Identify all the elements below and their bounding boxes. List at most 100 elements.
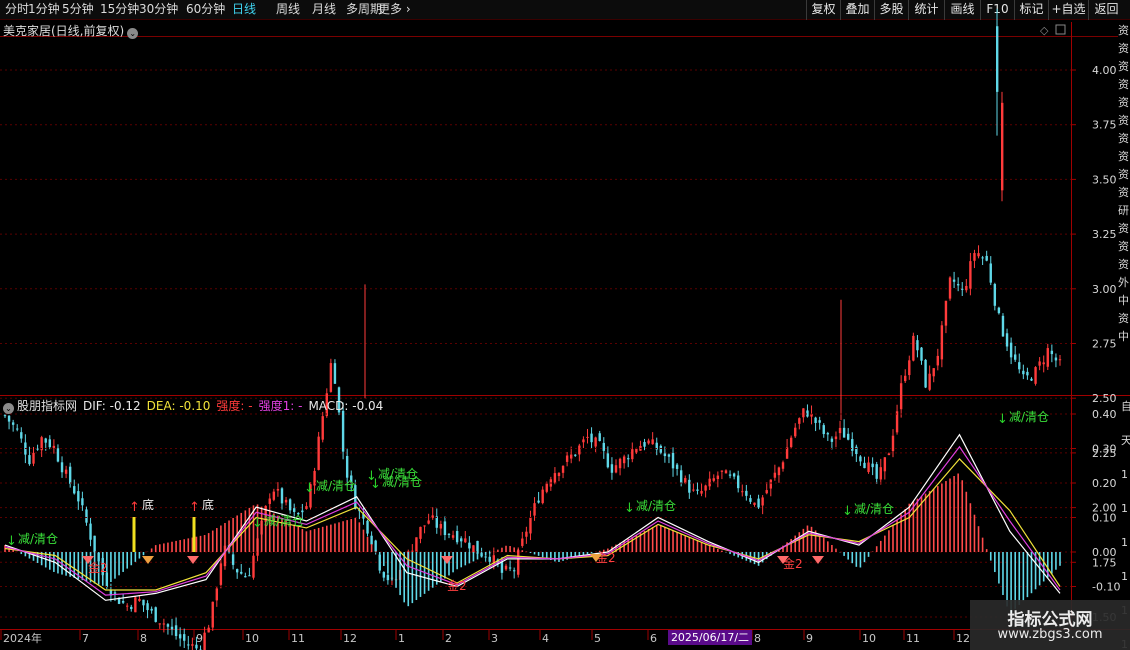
down-arrow-icon: ↓ <box>624 501 635 516</box>
candle-body <box>675 464 679 469</box>
candle-body <box>423 525 426 527</box>
candle-body <box>745 490 748 496</box>
bottom-signal-bar <box>192 517 196 552</box>
macd-tick-label: 0.10 <box>1092 512 1117 525</box>
candle-body <box>1022 370 1025 375</box>
x-axis-label: 8 <box>140 632 147 645</box>
strip-char: 资 <box>1118 78 1129 91</box>
candle-body <box>126 605 129 607</box>
candle-body <box>166 624 170 627</box>
candle-body <box>565 455 569 462</box>
bottom-signal-bar <box>132 517 136 552</box>
candle-body <box>944 300 948 326</box>
x-axis-label: 4 <box>542 632 549 645</box>
macd-strip-char: 自 <box>1121 400 1130 413</box>
candle-body <box>737 475 740 489</box>
strip-char: 资 <box>1118 186 1129 199</box>
price-tick-label: 3.75 <box>1092 119 1117 132</box>
candle-body <box>130 606 133 610</box>
right-info-strip: 资资资资资资资资资资研资资资外中资中 <box>1118 22 1130 394</box>
gem-icon <box>142 556 154 564</box>
candle-body <box>1018 362 1021 370</box>
strip-char: 研 <box>1118 204 1129 217</box>
candle-body <box>268 498 271 504</box>
candle-body <box>293 508 296 512</box>
candle-body <box>712 478 715 481</box>
stock-title: 美克家居(日线,前复权) <box>3 24 125 38</box>
candle-body <box>484 556 487 558</box>
macd-tick-label: 0.30 <box>1092 443 1117 456</box>
candle-body <box>203 632 206 650</box>
candle-body <box>814 417 817 424</box>
candle-body <box>578 445 581 455</box>
diamond-icon: ◇ <box>1040 24 1049 37</box>
up-arrow-icon: ↑ <box>189 500 200 515</box>
candle-body <box>455 531 459 543</box>
candle-body <box>1054 357 1058 361</box>
down-arrow-icon: ↓ <box>370 477 381 492</box>
candle-body <box>777 467 781 476</box>
candle-body <box>1046 348 1049 367</box>
candle-body <box>688 479 691 493</box>
candle-body <box>288 499 292 511</box>
candle-body <box>590 433 593 443</box>
candle-body <box>305 506 308 509</box>
cursor-date-label: 2025/06/17/二 <box>668 630 752 645</box>
candle-body <box>883 457 887 472</box>
candle-body <box>696 489 699 491</box>
candle-body <box>1001 315 1005 337</box>
candle-body <box>818 420 821 423</box>
candle-body <box>667 454 671 457</box>
candle-body <box>932 368 935 377</box>
candle-body <box>1034 367 1037 384</box>
candle-body <box>794 427 797 437</box>
candle-body <box>28 455 31 465</box>
candle-body <box>537 500 540 503</box>
x-axis-label: 1 <box>398 632 405 645</box>
strip-char: 外 <box>1118 276 1129 289</box>
candle-body <box>757 498 760 508</box>
candle-body <box>924 359 927 388</box>
price-tick-label: 3.00 <box>1092 283 1117 296</box>
candle-body <box>533 503 536 516</box>
candle-body <box>252 555 255 578</box>
candle-body <box>985 255 988 261</box>
candle-body <box>280 488 284 504</box>
candle-body <box>622 456 626 464</box>
candle-body <box>187 644 190 646</box>
candle-body <box>500 562 504 573</box>
dif-value: DIF: -0.12 <box>83 399 141 413</box>
candle-body <box>525 531 528 537</box>
x-axis-label: 7 <box>82 632 89 645</box>
price-tick-label: 2.75 <box>1092 338 1117 351</box>
chevron-down-icon[interactable]: ⌄ <box>3 403 14 414</box>
candle-body <box>904 375 907 382</box>
candle-body <box>838 427 842 434</box>
chevron-down-icon[interactable]: ⌄ <box>127 28 139 39</box>
candle-body <box>671 452 675 469</box>
indicator-name[interactable]: 股朋指标网 <box>17 399 77 413</box>
candle-body <box>899 383 903 410</box>
candle-body <box>121 601 125 603</box>
price-panel-title[interactable]: 美克家居(日线,前复权) ⌄ <box>3 22 139 39</box>
candle-body <box>219 563 223 585</box>
candle-body <box>663 453 667 457</box>
candle-body <box>961 288 964 290</box>
x-axis-label: 11 <box>291 632 305 645</box>
candle-body <box>170 626 174 630</box>
candle-body <box>529 517 532 534</box>
window-icon <box>1055 24 1066 35</box>
candle-body <box>781 462 785 469</box>
candle-body <box>879 467 882 480</box>
candle-body <box>382 572 386 578</box>
candle-body <box>1009 342 1013 358</box>
candle-body <box>749 498 752 502</box>
candle-body <box>504 565 508 570</box>
candle-body <box>692 489 695 491</box>
candle-body <box>606 453 610 468</box>
x-axis-label: 2024年 <box>3 631 42 645</box>
candle-body <box>855 446 858 455</box>
candle-body <box>134 597 137 613</box>
candle-body <box>464 538 467 543</box>
x-axis-label: 9 <box>806 632 813 645</box>
